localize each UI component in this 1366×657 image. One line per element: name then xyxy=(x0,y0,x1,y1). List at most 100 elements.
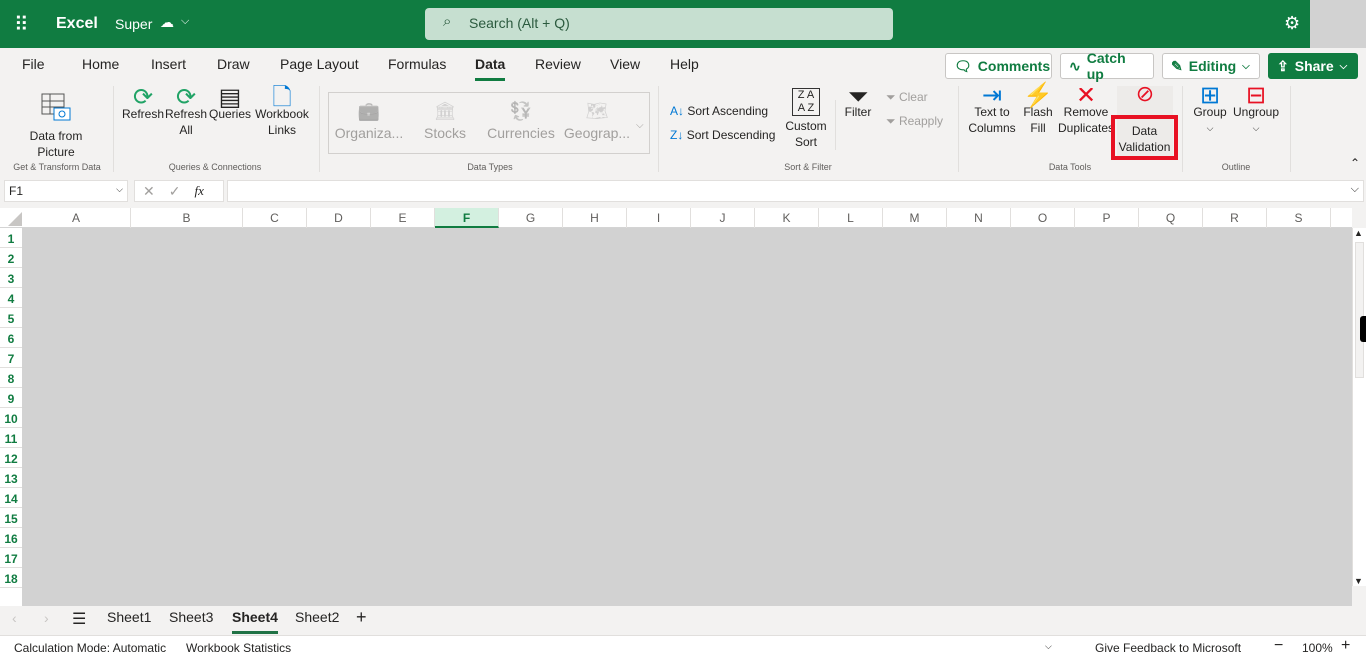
column-header-P[interactable]: P xyxy=(1075,208,1139,228)
sort-ascending-button[interactable]: A↓ Sort Ascending xyxy=(670,103,768,119)
row-header-3[interactable]: 3 xyxy=(0,268,22,288)
row-header-4[interactable]: 4 xyxy=(0,288,22,308)
tab-formulas[interactable]: Formulas xyxy=(388,56,446,72)
all-sheets-menu-icon[interactable]: ☰ xyxy=(72,609,86,629)
name-box[interactable]: F1 ⌵ xyxy=(4,180,128,202)
catch-up-button[interactable]: ∿ Catch up xyxy=(1060,50,1154,82)
column-header-C[interactable]: C xyxy=(243,208,307,228)
data-type-2[interactable]: 🏛 Stocks xyxy=(408,100,482,144)
chevron-down-icon[interactable]: ⌵ xyxy=(1045,641,1052,652)
add-sheet-icon[interactable]: + xyxy=(356,607,367,628)
row-header-1[interactable]: 1 xyxy=(0,228,22,248)
column-header-M[interactable]: M xyxy=(883,208,947,228)
column-header-H[interactable]: H xyxy=(563,208,627,228)
formula-input[interactable]: ⌵ xyxy=(227,180,1364,202)
comments-button[interactable]: 🗨 Comments xyxy=(945,53,1052,79)
zoom-out-icon[interactable]: − xyxy=(1274,637,1283,655)
calculation-mode[interactable]: Calculation Mode: Automatic xyxy=(14,641,166,655)
zoom-level[interactable]: 100% xyxy=(1302,641,1333,655)
data-type-3[interactable]: 💱 Currencies xyxy=(484,100,558,144)
row-header-14[interactable]: 14 xyxy=(0,488,22,508)
text-to-columns-button[interactable]: ⇥ Text to Columns xyxy=(966,84,1018,136)
custom-sort-button[interactable]: Z AA Z Custom Sort xyxy=(783,88,829,150)
row-header-7[interactable]: 7 xyxy=(0,348,22,368)
collapse-ribbon-icon[interactable]: ⌃ xyxy=(1350,156,1360,170)
side-handle[interactable] xyxy=(1360,316,1366,342)
column-header-E[interactable]: E xyxy=(371,208,435,228)
tab-draw[interactable]: Draw xyxy=(217,56,250,72)
chevron-down-icon[interactable]: ⌵ xyxy=(181,15,189,28)
sheet-tab-sheet2[interactable]: Sheet2 xyxy=(295,609,339,625)
column-header-O[interactable]: O xyxy=(1011,208,1075,228)
next-sheet-icon[interactable]: › xyxy=(44,610,49,626)
document-name[interactable]: Super xyxy=(115,16,152,32)
editing-mode-button[interactable]: ✎ Editing ⌵ xyxy=(1162,53,1260,79)
column-header-Q[interactable]: Q xyxy=(1139,208,1203,228)
row-header-5[interactable]: 5 xyxy=(0,308,22,328)
data-type-4[interactable]: 🗺 Geograp... xyxy=(560,100,634,144)
row-header-6[interactable]: 6 xyxy=(0,328,22,348)
chevron-down-icon[interactable]: ⌵ xyxy=(116,184,123,195)
search-input[interactable]: ⌕ Search (Alt + Q) xyxy=(425,8,893,40)
scrollbar-thumb[interactable] xyxy=(1355,242,1364,378)
row-header-18[interactable]: 18 xyxy=(0,568,22,588)
insert-function-icon[interactable]: fx xyxy=(194,183,203,199)
prev-sheet-icon[interactable]: ‹ xyxy=(12,610,17,626)
row-header-15[interactable]: 15 xyxy=(0,508,22,528)
group-button[interactable]: ⊞ Group ⌵ xyxy=(1190,84,1230,136)
queries-button[interactable]: ▤ Queries xyxy=(208,86,252,122)
enter-check-icon[interactable]: ✓ xyxy=(169,183,181,199)
column-header-R[interactable]: R xyxy=(1203,208,1267,228)
tab-review[interactable]: Review xyxy=(535,56,581,72)
column-header-B[interactable]: B xyxy=(131,208,243,228)
scroll-down-icon[interactable]: ▼ xyxy=(1354,576,1363,586)
sheet-tab-sheet4[interactable]: Sheet4 xyxy=(232,609,278,634)
tab-data[interactable]: Data xyxy=(475,56,506,81)
scroll-up-icon[interactable]: ▲ xyxy=(1354,228,1363,238)
column-header-L[interactable]: L xyxy=(819,208,883,228)
sheet-tab-sheet1[interactable]: Sheet1 xyxy=(107,609,151,625)
workbook-links-button[interactable]: 🗋 Workbook Links xyxy=(253,86,311,138)
feedback-link[interactable]: Give Feedback to Microsoft xyxy=(1095,641,1241,655)
column-header-J[interactable]: J xyxy=(691,208,755,228)
column-header-K[interactable]: K xyxy=(755,208,819,228)
row-header-2[interactable]: 2 xyxy=(0,248,22,268)
column-header-D[interactable]: D xyxy=(307,208,371,228)
cell-grid[interactable] xyxy=(22,228,1352,606)
zoom-in-icon[interactable]: + xyxy=(1341,637,1350,655)
refresh-all-button[interactable]: ⟳ Refresh All xyxy=(165,86,207,138)
gallery-expand-icon[interactable]: ⌵ xyxy=(636,120,644,131)
flash-fill-button[interactable]: ⚡ Flash Fill xyxy=(1020,84,1056,136)
workbook-statistics[interactable]: Workbook Statistics xyxy=(186,641,291,655)
sheet-tab-sheet3[interactable]: Sheet3 xyxy=(169,609,213,625)
row-header-9[interactable]: 9 xyxy=(0,388,22,408)
row-header-8[interactable]: 8 xyxy=(0,368,22,388)
settings-gear-icon[interactable]: ⚙ xyxy=(1284,13,1300,34)
share-button[interactable]: ⇪ Share ⌵ xyxy=(1268,53,1358,79)
ungroup-button[interactable]: ⊟ Ungroup ⌵ xyxy=(1231,84,1281,136)
refresh-button[interactable]: ⟳ Refresh xyxy=(122,86,164,122)
row-header-13[interactable]: 13 xyxy=(0,468,22,488)
tab-insert[interactable]: Insert xyxy=(151,56,186,72)
column-header-A[interactable]: A xyxy=(22,208,131,228)
select-all-icon[interactable] xyxy=(8,212,22,226)
column-header-G[interactable]: G xyxy=(499,208,563,228)
row-header-10[interactable]: 10 xyxy=(0,408,22,428)
column-header-N[interactable]: N xyxy=(947,208,1011,228)
data-type-1[interactable]: 💼 Organiza... xyxy=(332,100,406,144)
cancel-icon[interactable]: ✕ xyxy=(143,183,155,199)
reapply-filter-button[interactable]: ⏷ Reapply xyxy=(886,113,943,129)
expand-formula-bar-icon[interactable]: ⌵ xyxy=(1351,183,1359,196)
remove-duplicates-button[interactable]: ✕ Remove Duplicates xyxy=(1058,88,1114,136)
column-header-F[interactable]: F xyxy=(435,208,499,228)
app-launcher-icon[interactable]: ⠿ xyxy=(14,12,30,37)
tab-file[interactable]: File xyxy=(22,56,45,72)
vertical-scrollbar[interactable]: ▲ ▼ xyxy=(1352,228,1366,586)
row-header-16[interactable]: 16 xyxy=(0,528,22,548)
tab-page-layout[interactable]: Page Layout xyxy=(280,56,359,72)
app-name[interactable]: Excel xyxy=(56,15,98,33)
row-header-17[interactable]: 17 xyxy=(0,548,22,568)
row-header-11[interactable]: 11 xyxy=(0,428,22,448)
tab-help[interactable]: Help xyxy=(670,56,699,72)
column-header-I[interactable]: I xyxy=(627,208,691,228)
